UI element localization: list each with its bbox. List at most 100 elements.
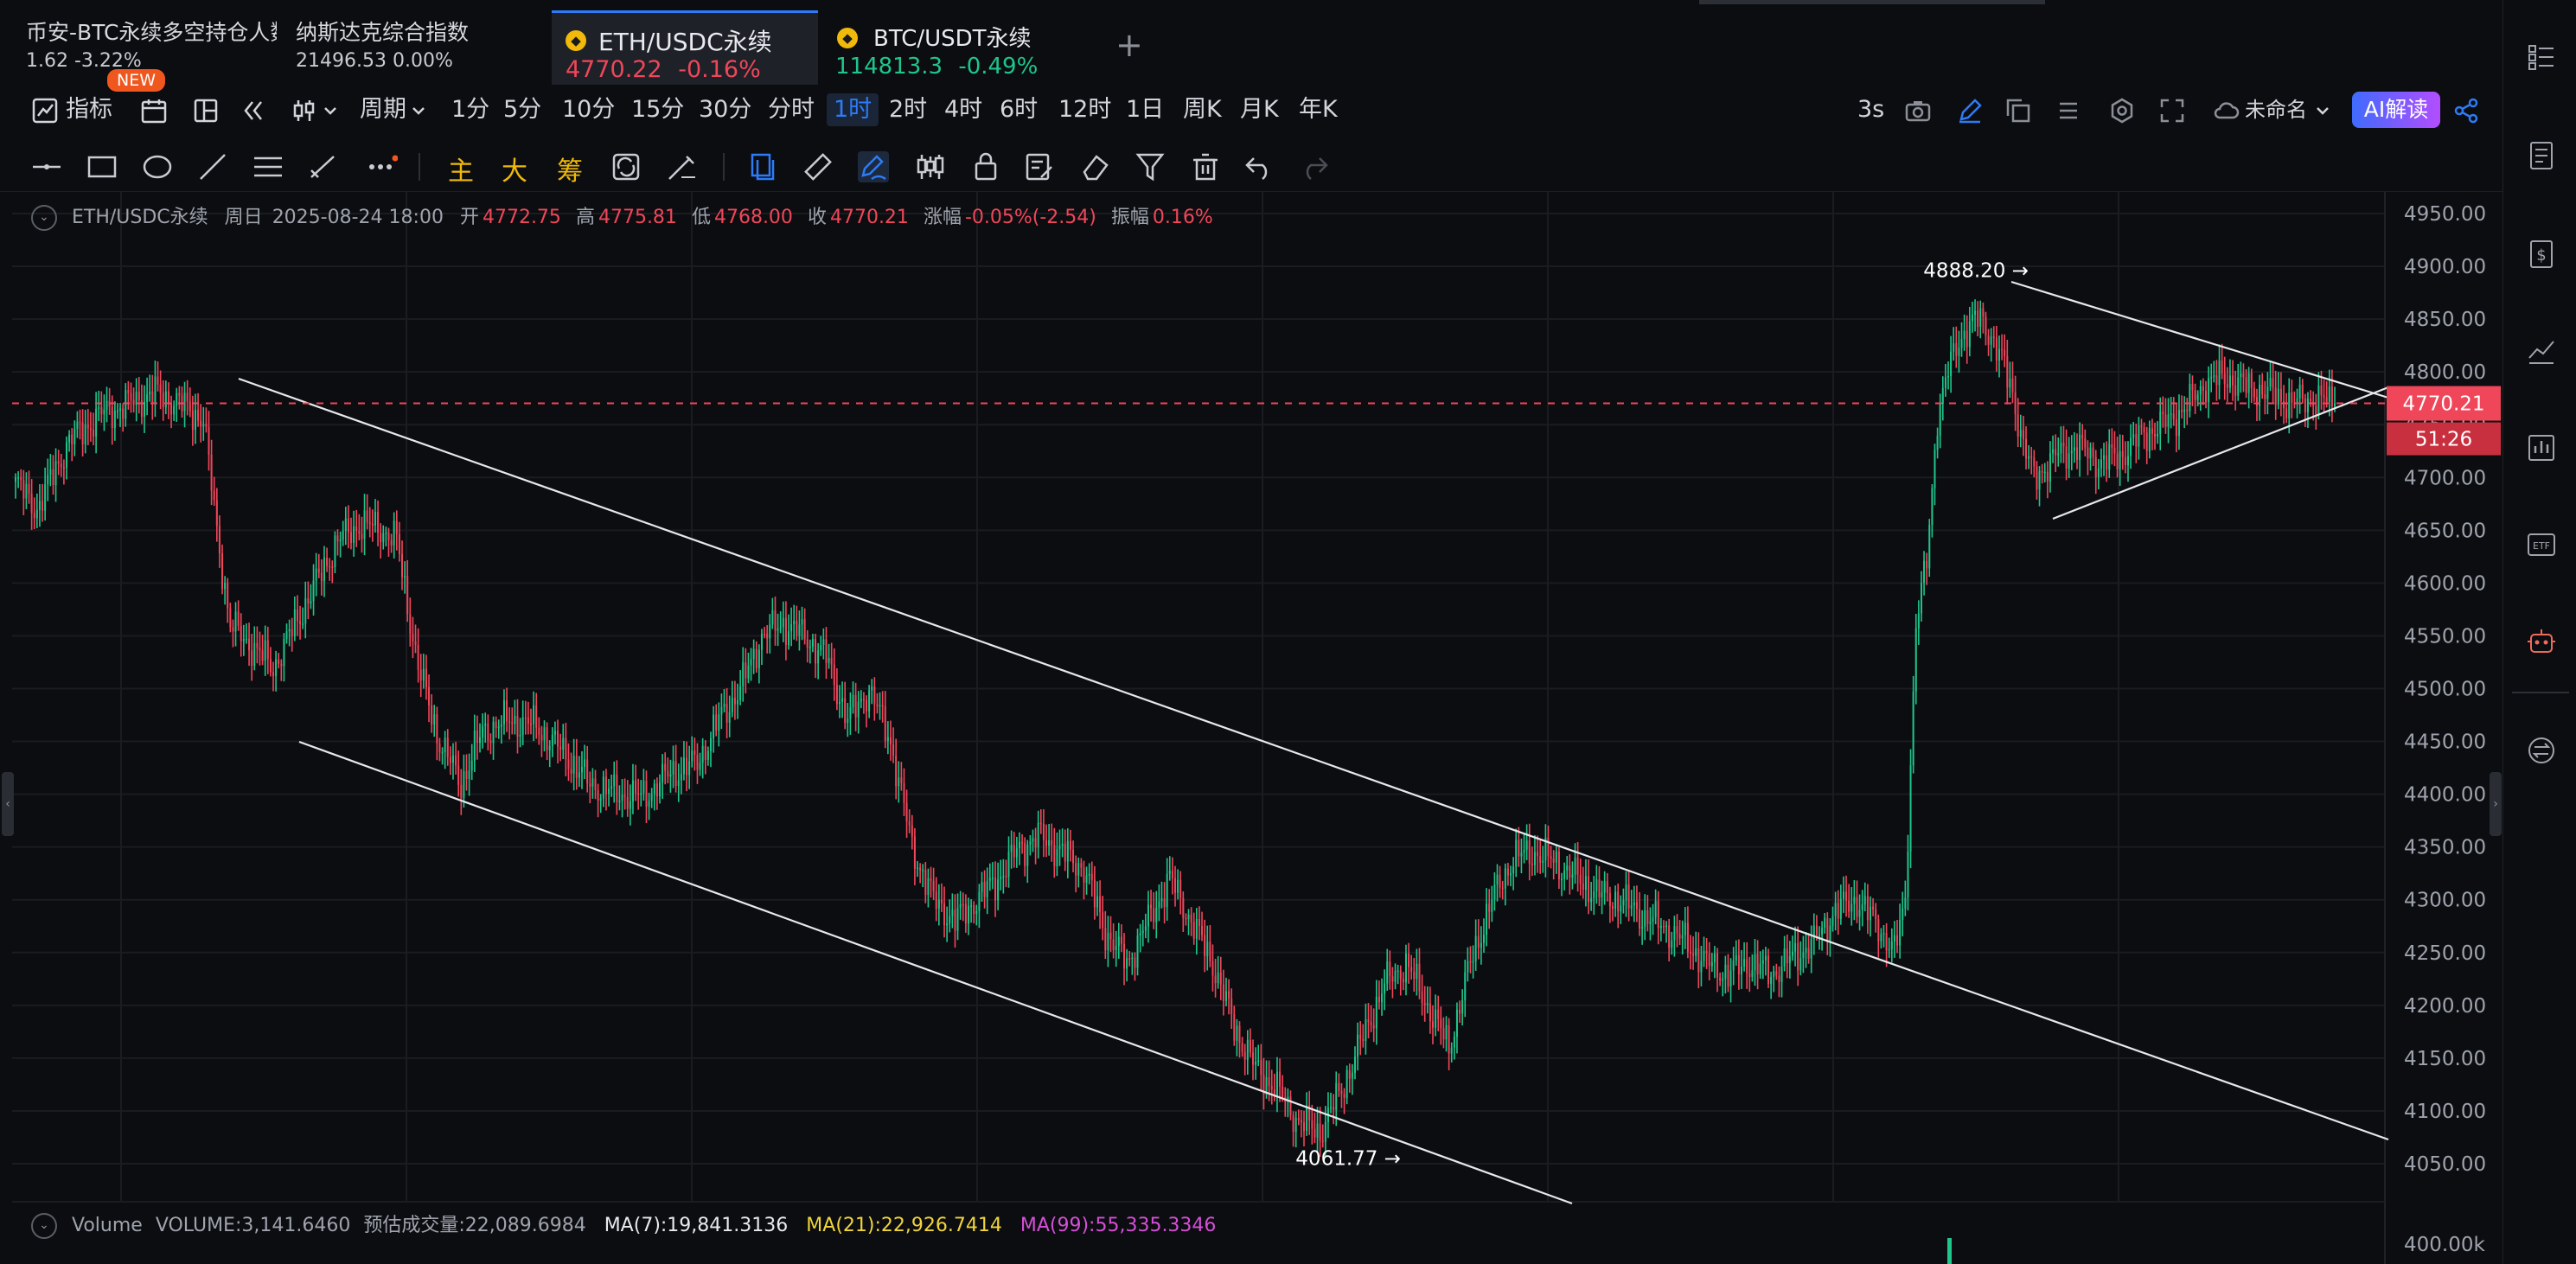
candle-body [2279, 388, 2282, 401]
candle-body [669, 774, 672, 777]
candle-body [1863, 896, 1866, 905]
candle [1877, 914, 1880, 958]
candle-body [1550, 856, 1552, 859]
candle [149, 374, 151, 402]
candle [2094, 450, 2097, 495]
candle [317, 553, 320, 578]
candle [455, 741, 457, 775]
triangle-lower-line [2052, 386, 2389, 520]
candle [949, 899, 951, 933]
candle [296, 595, 298, 636]
candle-body [2148, 428, 2151, 451]
volume-ma99: MA(99):55,335.3346 [1020, 1215, 1217, 1236]
candle [1351, 1063, 1353, 1095]
candle [1627, 870, 1630, 922]
candle [358, 514, 361, 541]
candle-body [1966, 330, 1968, 348]
candle [1496, 864, 1499, 902]
collapse-icon[interactable]: ⌄ [31, 205, 57, 231]
candle-body [1099, 896, 1102, 913]
candle-body [2111, 444, 2113, 448]
candle-body [1904, 897, 1907, 909]
candle-body [650, 794, 653, 801]
watchlist-icon[interactable] [2526, 41, 2557, 73]
bar-chart-icon[interactable] [2526, 432, 2557, 463]
details-icon[interactable] [2526, 140, 2557, 171]
candle-body [1773, 971, 1775, 977]
candle [15, 473, 16, 499]
candle-body [559, 746, 562, 750]
candle-body [860, 699, 862, 702]
candle-body [820, 644, 822, 651]
dollar-icon[interactable]: $ [2526, 239, 2557, 270]
candle-body [339, 539, 342, 542]
candle-body [1045, 839, 1047, 846]
candle [334, 531, 336, 574]
candle [833, 648, 835, 701]
candle [1845, 875, 1848, 917]
candle-body [484, 723, 487, 726]
channel-lower-line [298, 740, 1573, 1205]
candle-body [1120, 936, 1122, 944]
candle [2062, 425, 2065, 463]
candle-body [1595, 879, 1598, 892]
candle-body [1807, 948, 1810, 959]
candle [1109, 916, 1112, 952]
candle-body [1007, 852, 1010, 878]
candle [514, 699, 516, 735]
candle-body [1445, 1025, 1448, 1040]
candle [2266, 372, 2269, 415]
candle [2116, 437, 2119, 478]
candle-body [1569, 865, 1571, 878]
candle-body [962, 903, 964, 906]
candle-body [1710, 961, 1713, 967]
candle-body [903, 782, 905, 803]
candle [2135, 423, 2138, 463]
candle-body [1598, 879, 1601, 897]
info-close: 4770.21 [829, 207, 909, 228]
candle [30, 479, 33, 530]
candle [943, 886, 946, 938]
candle-body [1657, 900, 1659, 929]
candle-body [2108, 444, 2111, 470]
svg-text:$: $ [2536, 246, 2546, 265]
candle [1743, 942, 1746, 972]
candle-body [718, 714, 720, 731]
candle-body [2057, 453, 2060, 456]
candle [1705, 938, 1708, 969]
candle [2025, 426, 2028, 469]
exchange-icon[interactable] [2526, 735, 2557, 766]
price-chart[interactable]: 4888.20 →4061.77 → 4950.004900.004850.00… [0, 0, 2502, 1264]
candle-body [1410, 967, 1413, 972]
candle [1102, 896, 1104, 941]
candle-body [1102, 912, 1104, 929]
candle-body [331, 566, 334, 568]
etf-icon[interactable]: ETF [2526, 529, 2557, 560]
candle [553, 721, 556, 745]
candle [1249, 1028, 1251, 1057]
left-panel-handle[interactable]: ‹ [2, 772, 14, 836]
candle [2205, 380, 2207, 409]
right-panel-handle[interactable]: › [2490, 772, 2502, 836]
candle-body [355, 526, 358, 532]
candle [1740, 949, 1742, 989]
collapse-icon[interactable]: ⌄ [31, 1213, 57, 1239]
candle [1917, 600, 1920, 645]
candle [1966, 315, 1968, 364]
candle [2009, 361, 2011, 399]
candle [2089, 442, 2092, 471]
candle [1069, 829, 1071, 862]
candle [412, 616, 414, 659]
robot-icon[interactable] [2526, 626, 2557, 657]
candle [1557, 846, 1560, 890]
candle-body [1746, 959, 1748, 974]
candle [17, 470, 20, 488]
candle-body [307, 598, 310, 603]
candle [269, 647, 272, 677]
candle-body [2196, 394, 2199, 400]
candle [1053, 827, 1056, 878]
candle-body [766, 634, 769, 639]
trend-chart-icon[interactable] [2526, 335, 2557, 367]
candle [350, 517, 353, 550]
candle [857, 691, 860, 734]
